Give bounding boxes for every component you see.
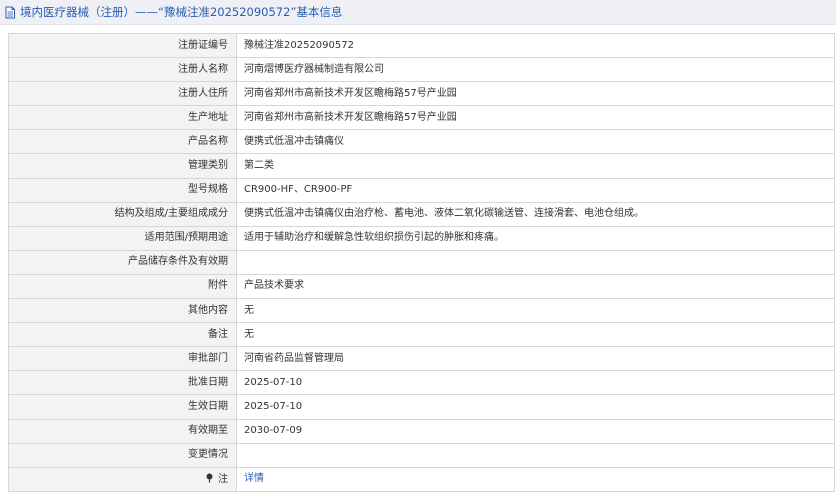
table-row: 产品储存条件及有效期 <box>8 249 835 275</box>
row-label: 生效日期 <box>8 394 237 420</box>
row-value: 豫械注准20252090572 <box>236 32 835 59</box>
row-label: 其他内容 <box>8 298 237 324</box>
row-label: 附件 <box>8 273 237 300</box>
row-value: 2025-07-10 <box>236 394 835 420</box>
info-table-container: 注册证编号 豫械注准20252090572 注册人名称 河南熠博医疗器械制造有限公司注… <box>8 32 835 492</box>
row-label: 型号规格 <box>8 177 237 203</box>
table-row: 备注无 <box>8 322 835 348</box>
row-label: 产品储存条件及有效期 <box>8 249 237 275</box>
pin-icon <box>205 473 217 485</box>
row-label: 注册人名称 <box>8 57 237 83</box>
row-value: 无 <box>236 298 835 324</box>
row-value: 河南省药品监督管理局 <box>236 346 835 372</box>
table-row: 审批部门 河南省药品监督管理局 <box>8 346 835 372</box>
table-row: 管理类别 第二类 <box>8 153 835 179</box>
table-row: 注册人名称 河南熠博医疗器械制造有限公司 <box>8 57 835 83</box>
table-row: 注册人住所 河南省郑州市高新技术开发区瞻梅路57号产业园 <box>8 81 835 107</box>
row-value: 适用于辅助治疗和缓解急性软组织损伤引起的肿胀和疼痛。 <box>236 225 835 251</box>
row-label: 注册人住所 <box>8 81 237 107</box>
document-icon <box>4 5 18 19</box>
table-row: 适用范围/预期用途 适用于辅助治疗和缓解急性软组织损伤引起的肿胀和疼痛。 <box>8 225 835 251</box>
row-value: 便携式低温冲击镇痛仪由治疗枪、蓄电池、液体二氧化碳输送管、连接滑套、电池仓组成。 <box>236 201 835 227</box>
row-value <box>236 249 835 275</box>
row-label: 变更情况 <box>8 442 237 468</box>
row-label: 管理类别 <box>8 153 237 179</box>
table-row: 其他内容无 <box>8 298 835 324</box>
row-label: 生产地址 <box>8 105 237 131</box>
page-header: 境内医疗器械（注册）——“豫械注准20252090572”基本信息 <box>0 0 836 25</box>
row-value <box>236 442 835 468</box>
table-row: 批准日期 2025-07-10 <box>8 370 835 396</box>
row-label-note: 注 <box>8 466 237 492</box>
row-value: CR900-HF、CR900-PF <box>236 177 835 203</box>
info-table: 注册证编号 豫械注准20252090572 注册人名称 河南熠博医疗器械制造有限公司注… <box>8 32 835 492</box>
table-row: 型号规格 CR900-HF、CR900-PF <box>8 177 835 203</box>
table-row: 生效日期 2025-07-10 <box>8 394 835 420</box>
table-row-note: 注 详情 <box>8 466 835 492</box>
row-value: 2025-07-10 <box>236 370 835 396</box>
table-row: 有效期至 2030-07-09 <box>8 418 835 444</box>
row-label: 有效期至 <box>8 418 237 444</box>
table-row: 变更情况 <box>8 442 835 468</box>
table-row: 结构及组成/主要组成成分 便携式低温冲击镇痛仪由治疗枪、蓄电池、液体二氧化碳输送管… <box>8 201 835 227</box>
row-label: 结构及组成/主要组成成分 <box>8 201 237 227</box>
row-value: 河南熠博医疗器械制造有限公司 <box>236 57 835 83</box>
row-label: 注册证编号 <box>8 32 237 59</box>
row-value: 2030-07-09 <box>236 418 835 444</box>
table-row: 注册证编号 豫械注准20252090572 <box>8 32 835 59</box>
page-title: 境内医疗器械（注册）——“豫械注准20252090572”基本信息 <box>20 5 343 19</box>
row-value: 无 <box>236 322 835 348</box>
row-value: 河南省郑州市高新技术开发区瞻梅路57号产业园 <box>236 81 835 107</box>
table-row: 生产地址 河南省郑州市高新技术开发区瞻梅路57号产业园 <box>8 105 835 131</box>
row-value-note: 详情 <box>236 466 835 492</box>
row-value: 河南省郑州市高新技术开发区瞻梅路57号产业园 <box>236 105 835 131</box>
note-label: 注 <box>218 474 228 486</box>
row-value: 便携式低温冲击镇痛仪 <box>236 129 835 155</box>
details-link[interactable]: 详情 <box>244 473 264 484</box>
row-label: 批准日期 <box>8 370 237 396</box>
row-label: 备注 <box>8 322 237 348</box>
table-row: 附件 产品技术要求 <box>8 273 835 300</box>
row-label: 适用范围/预期用途 <box>8 225 237 251</box>
row-value: 第二类 <box>236 153 835 179</box>
row-label: 审批部门 <box>8 346 237 372</box>
table-row: 产品名称 便携式低温冲击镇痛仪 <box>8 129 835 155</box>
row-label: 产品名称 <box>8 129 237 155</box>
row-value: 产品技术要求 <box>236 273 835 300</box>
